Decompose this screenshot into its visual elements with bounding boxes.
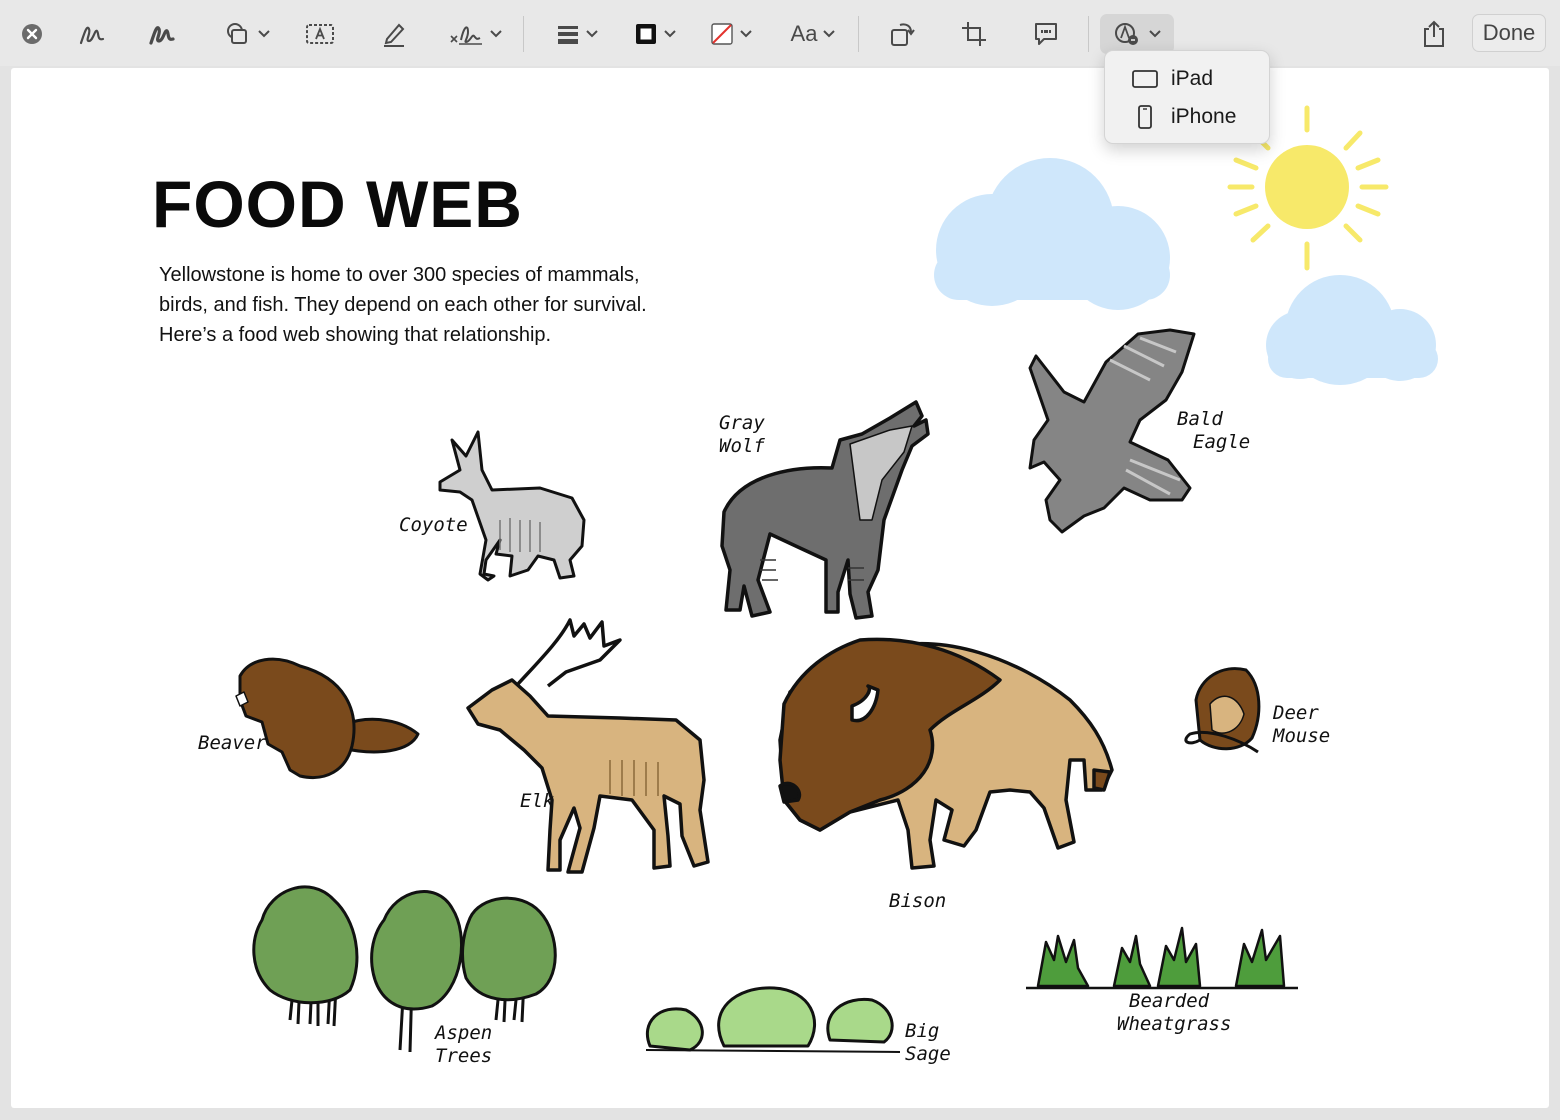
label-line: Gray bbox=[719, 412, 765, 434]
label-line: Mouse bbox=[1273, 725, 1331, 747]
bearded-wheatgrass-drawing bbox=[1026, 926, 1298, 990]
description-icon bbox=[1035, 23, 1057, 45]
aspen-trees-drawing bbox=[252, 885, 557, 1053]
annotate-with-device-button[interactable] bbox=[1100, 14, 1174, 54]
label-coyote: Coyote bbox=[399, 514, 468, 536]
sketch-button[interactable] bbox=[74, 14, 110, 54]
annotate-device-menu: iPad iPhone bbox=[1104, 50, 1270, 144]
label-big-sage: Big Sage bbox=[905, 1020, 951, 1066]
close-button[interactable] bbox=[16, 14, 48, 54]
highlight-icon bbox=[384, 23, 405, 47]
label-line: Sage bbox=[905, 1043, 951, 1065]
crop-button[interactable] bbox=[956, 14, 992, 54]
chevron-down-icon bbox=[258, 30, 270, 38]
chevron-down-icon bbox=[740, 30, 752, 38]
text-box-button[interactable] bbox=[302, 14, 338, 54]
signature-icon bbox=[450, 26, 482, 45]
chevron-down-icon bbox=[586, 30, 598, 38]
menu-item-label: iPad bbox=[1171, 67, 1214, 90]
menu-item-ipad[interactable]: iPad bbox=[1105, 61, 1269, 97]
border-color-button[interactable] bbox=[628, 14, 682, 54]
label-deer-mouse: Deer Mouse bbox=[1273, 702, 1330, 748]
fill-color-button[interactable] bbox=[704, 14, 758, 54]
description-button[interactable] bbox=[1028, 14, 1064, 54]
chevron-down-icon bbox=[664, 30, 676, 38]
elk-drawing bbox=[466, 618, 710, 874]
label-bald-eagle: Bald Eagle bbox=[1177, 408, 1250, 454]
iphone-icon bbox=[1138, 105, 1152, 129]
sketch-icon bbox=[79, 26, 105, 45]
border-color-icon bbox=[636, 24, 656, 44]
toolbar-divider bbox=[523, 16, 524, 52]
text-style-icon: Aa bbox=[790, 21, 818, 46]
label-line: Bearded bbox=[1129, 990, 1210, 1012]
share-button[interactable] bbox=[1418, 14, 1450, 54]
label-line: Aspen bbox=[435, 1022, 493, 1044]
shapes-icon bbox=[227, 23, 247, 44]
document-canvas[interactable]: FOOD WEB Yellowstone is home to over 300… bbox=[11, 68, 1549, 1108]
highlight-button[interactable] bbox=[376, 14, 412, 54]
deer-mouse-drawing bbox=[1184, 667, 1261, 754]
chevron-down-icon bbox=[490, 30, 502, 38]
label-line: Deer bbox=[1273, 702, 1319, 724]
label-gray-wolf: Gray Wolf bbox=[719, 412, 765, 458]
cloud-small bbox=[1266, 275, 1438, 385]
chevron-down-icon bbox=[823, 30, 836, 38]
menu-item-iphone[interactable]: iPhone bbox=[1105, 99, 1269, 135]
rotate-icon bbox=[891, 23, 915, 46]
line-style-icon bbox=[558, 26, 578, 44]
draw-button[interactable] bbox=[144, 14, 180, 54]
label-line: Trees bbox=[435, 1045, 493, 1067]
label-line: Bald bbox=[1177, 408, 1223, 430]
label-elk: Elk bbox=[520, 790, 555, 812]
beaver-drawing bbox=[235, 657, 420, 779]
rotate-button[interactable] bbox=[884, 14, 920, 54]
signature-button[interactable] bbox=[446, 14, 504, 54]
label-line: Big bbox=[905, 1020, 940, 1042]
coyote-drawing bbox=[438, 430, 586, 582]
label-line: Wheatgrass bbox=[1117, 1013, 1232, 1035]
food-web-illustration bbox=[235, 105, 1438, 1053]
bald-eagle-drawing bbox=[1028, 328, 1196, 534]
draw-icon bbox=[149, 26, 175, 45]
label-bison: Bison bbox=[889, 890, 947, 912]
big-sage-drawing bbox=[645, 986, 901, 1053]
label-beaver: Beaver bbox=[198, 732, 267, 754]
markup-toolbar: Aa Done bbox=[0, 0, 1560, 66]
label-line: Eagle bbox=[1193, 431, 1251, 453]
text-box-icon bbox=[306, 24, 334, 44]
share-icon bbox=[1424, 20, 1444, 47]
annotate-with-device-icon bbox=[1115, 23, 1138, 45]
menu-item-label: iPhone bbox=[1171, 105, 1237, 128]
bison-drawing bbox=[778, 637, 1114, 870]
text-style-button[interactable]: Aa bbox=[786, 14, 840, 54]
line-style-button[interactable] bbox=[550, 14, 604, 54]
close-icon bbox=[22, 24, 42, 44]
label-aspen-trees: Aspen Trees bbox=[435, 1022, 492, 1068]
ipad-icon bbox=[1132, 70, 1158, 88]
chevron-down-icon bbox=[1149, 30, 1161, 38]
fill-color-icon bbox=[711, 23, 733, 45]
label-bearded-wheatgrass: Bearded Wheatgrass bbox=[1117, 990, 1231, 1036]
toolbar-divider bbox=[858, 16, 859, 52]
cloud-large bbox=[934, 158, 1170, 310]
done-button[interactable]: Done bbox=[1472, 14, 1546, 52]
toolbar-divider bbox=[1088, 16, 1089, 52]
shapes-button[interactable] bbox=[218, 14, 276, 54]
label-line: Wolf bbox=[719, 435, 765, 457]
crop-icon bbox=[962, 22, 986, 46]
